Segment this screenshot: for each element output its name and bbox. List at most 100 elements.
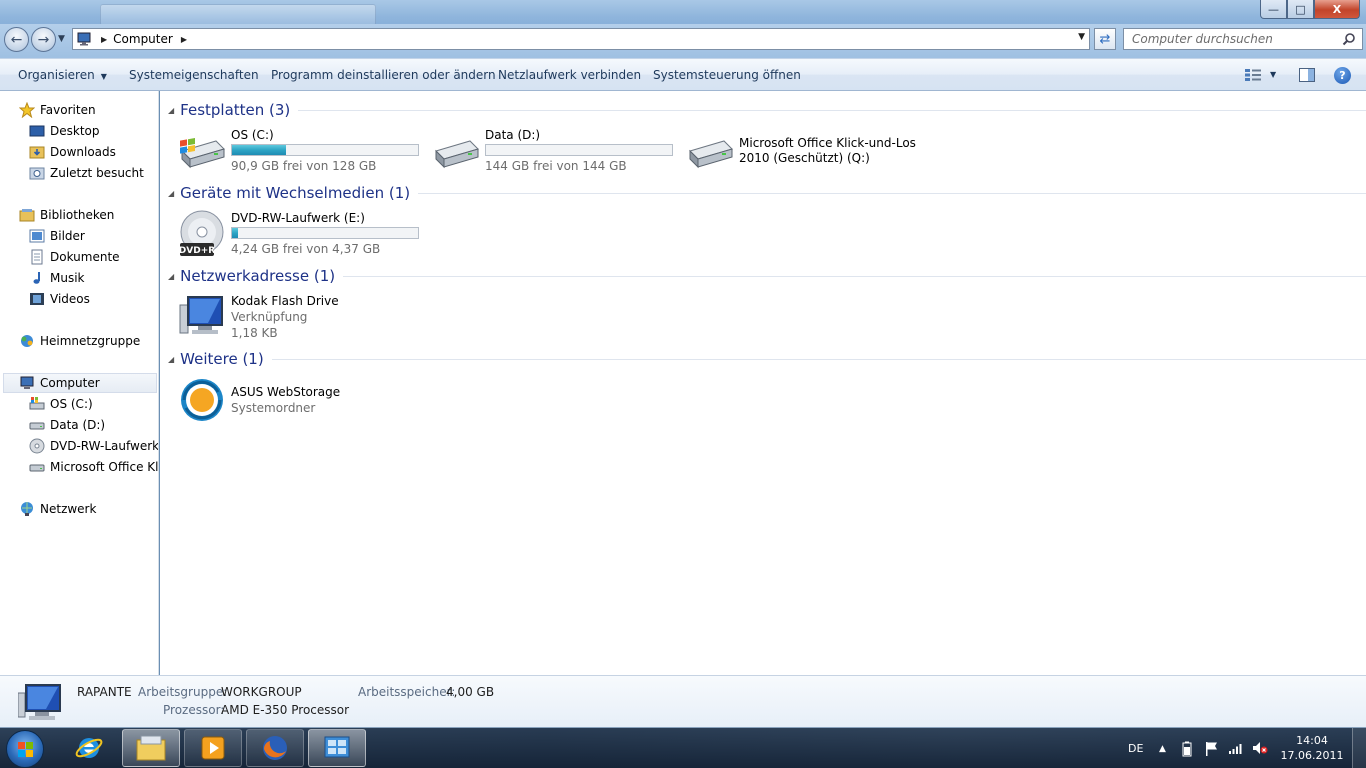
taskbar-media-player[interactable]	[184, 729, 242, 767]
kodak-flash-drive-tile[interactable]: Kodak Flash Drive Verknüpfung 1,18 KB	[178, 293, 423, 343]
collapse-triangle-icon[interactable]: ◢	[168, 189, 174, 198]
nav-drive-d[interactable]: Data (D:)	[29, 415, 105, 435]
network-icon	[19, 501, 35, 517]
recent-pages-dropdown[interactable]: ▼	[58, 34, 65, 44]
taskbar-explorer[interactable]	[122, 729, 180, 767]
nav-downloads[interactable]: Downloads	[29, 142, 116, 162]
language-indicator[interactable]: DE	[1128, 728, 1143, 768]
dvd-drive-tile[interactable]: DVD+R DVD-RW-Laufwerk (E:) 4,24 GB frei …	[178, 210, 423, 258]
details-pane: RAPANTE Arbeitsgruppe: WORKGROUP Arbeits…	[0, 675, 1366, 727]
back-button[interactable]: ←	[4, 27, 29, 52]
open-control-panel-button[interactable]: Systemsteuerung öffnen	[653, 68, 801, 82]
windows-drive-icon	[29, 396, 45, 412]
nav-desktop[interactable]: Desktop	[29, 121, 100, 141]
nav-homegroup[interactable]: Heimnetzgruppe	[19, 331, 140, 351]
nav-office-drive[interactable]: Microsoft Office Klick	[29, 457, 158, 477]
group-header-removable[interactable]: ◢ Geräte mit Wechselmedien (1)	[168, 183, 1366, 203]
map-network-drive-button[interactable]: Netzlaufwerk verbinden	[498, 68, 641, 82]
control-panel-icon	[324, 736, 350, 758]
pictures-icon	[29, 228, 45, 244]
action-center-flag-icon[interactable]	[1205, 741, 1219, 757]
network-signal-icon[interactable]	[1228, 741, 1244, 755]
close-button[interactable]: X	[1314, 0, 1360, 19]
address-bar[interactable]: ▶ Computer ▶ ▼	[72, 28, 1090, 50]
group-divider	[298, 109, 1366, 111]
breadcrumb-root-arrow[interactable]: ▶	[101, 35, 107, 44]
drive-usage-bar	[485, 144, 673, 156]
nav-pictures-label: Bilder	[50, 229, 85, 243]
drive-name: Data (D:)	[485, 128, 541, 142]
uninstall-program-button[interactable]: Programm deinstallieren oder ändern	[271, 68, 496, 82]
system-properties-button[interactable]: Systemeigenschaften	[129, 68, 259, 82]
nav-computer[interactable]: Computer	[3, 373, 157, 393]
search-icon[interactable]	[1342, 32, 1356, 46]
refresh-button[interactable]: ⇄	[1094, 28, 1116, 50]
dvd-badge-label: DVD+R	[179, 246, 215, 256]
group-title: Netzwerkadresse (1)	[180, 267, 336, 285]
nav-desktop-label: Desktop	[50, 124, 100, 138]
nav-recent[interactable]: Zuletzt besucht	[29, 163, 144, 183]
search-input[interactable]: Computer durchsuchen	[1123, 28, 1363, 50]
minimize-button[interactable]: —	[1260, 0, 1287, 19]
group-header-hard-drives[interactable]: ◢ Festplatten (3)	[168, 100, 1366, 120]
nav-documents-label: Dokumente	[50, 250, 120, 264]
nav-documents[interactable]: Dokumente	[29, 247, 120, 267]
documents-icon	[29, 249, 45, 265]
network-computer-icon	[179, 296, 223, 334]
processor-value: AMD E-350 Processor	[221, 703, 350, 717]
taskbar-control-panel[interactable]	[308, 729, 366, 767]
drive-name: DVD-RW-Laufwerk (E:)	[231, 211, 365, 225]
media-player-icon	[201, 736, 225, 760]
group-header-network-location[interactable]: ◢ Netzwerkadresse (1)	[168, 266, 1366, 286]
clock-time: 14:04	[1296, 734, 1328, 747]
battery-icon[interactable]	[1182, 741, 1192, 757]
nav-music[interactable]: Musik	[29, 268, 85, 288]
nav-dvd-drive[interactable]: DVD-RW-Laufwerk (	[29, 436, 159, 456]
forward-button[interactable]: →	[31, 27, 56, 52]
nav-dvd-drive-label: DVD-RW-Laufwerk (	[50, 439, 159, 453]
drive-usage-bar	[231, 144, 419, 156]
nav-libraries[interactable]: Bibliotheken	[19, 205, 114, 225]
drive-c-tile[interactable]: OS (C:) 90,9 GB frei von 128 GB	[178, 127, 423, 175]
show-desktop-button[interactable]	[1352, 728, 1366, 768]
nav-computer-label: Computer	[40, 376, 100, 390]
nav-network[interactable]: Netzwerk	[19, 499, 96, 519]
dvd-drive-icon	[29, 438, 45, 454]
start-button[interactable]	[6, 730, 44, 768]
item-size: 1,18 KB	[231, 326, 278, 340]
breadcrumb-computer[interactable]: Computer	[113, 32, 173, 46]
taskbar-internet-explorer[interactable]	[60, 729, 118, 767]
nav-recent-label: Zuletzt besucht	[50, 166, 144, 180]
address-history-dropdown[interactable]: ▼	[1078, 32, 1085, 42]
maximize-button[interactable]: □	[1287, 0, 1314, 19]
view-options-dropdown[interactable]: ▼	[1270, 70, 1276, 79]
drive-usage-bar	[231, 227, 419, 239]
volume-muted-icon[interactable]	[1252, 741, 1268, 755]
show-hidden-icons-button[interactable]: ▲	[1159, 728, 1166, 768]
breadcrumb-arrow[interactable]: ▶	[181, 35, 187, 44]
drive-d-tile[interactable]: Data (D:) 144 GB frei von 144 GB	[432, 127, 677, 175]
change-view-icon[interactable]	[1244, 68, 1262, 82]
drive-q-tile[interactable]: Microsoft Office Klick-und-Los 2010 (Ges…	[686, 127, 946, 175]
close-icon: X	[1332, 2, 1342, 16]
drive-free-space: 144 GB frei von 144 GB	[485, 159, 627, 173]
help-button[interactable]: ?	[1334, 67, 1351, 84]
collapse-triangle-icon[interactable]: ◢	[168, 106, 174, 115]
collapse-triangle-icon[interactable]: ◢	[168, 355, 174, 364]
nav-videos[interactable]: Videos	[29, 289, 90, 309]
downloads-folder-icon	[29, 144, 45, 160]
organize-button[interactable]: Organisieren ▼	[18, 68, 107, 82]
item-name: Kodak Flash Drive	[231, 294, 339, 308]
system-clock[interactable]: 14:04 17.06.2011	[1280, 733, 1344, 763]
nav-favorites[interactable]: Favoriten	[19, 100, 96, 120]
nav-pictures[interactable]: Bilder	[29, 226, 85, 246]
nav-drive-c[interactable]: OS (C:)	[29, 394, 93, 414]
drive-name-line2: 2010 (Geschützt) (Q:)	[739, 151, 870, 165]
libraries-icon	[19, 207, 35, 223]
taskbar-firefox[interactable]	[246, 729, 304, 767]
nav-network-label: Netzwerk	[40, 502, 97, 516]
collapse-triangle-icon[interactable]: ◢	[168, 272, 174, 281]
preview-pane-icon[interactable]	[1299, 68, 1315, 82]
group-header-other[interactable]: ◢ Weitere (1)	[168, 349, 1366, 369]
asus-webstorage-tile[interactable]: ASUS WebStorage Systemordner	[178, 376, 423, 424]
